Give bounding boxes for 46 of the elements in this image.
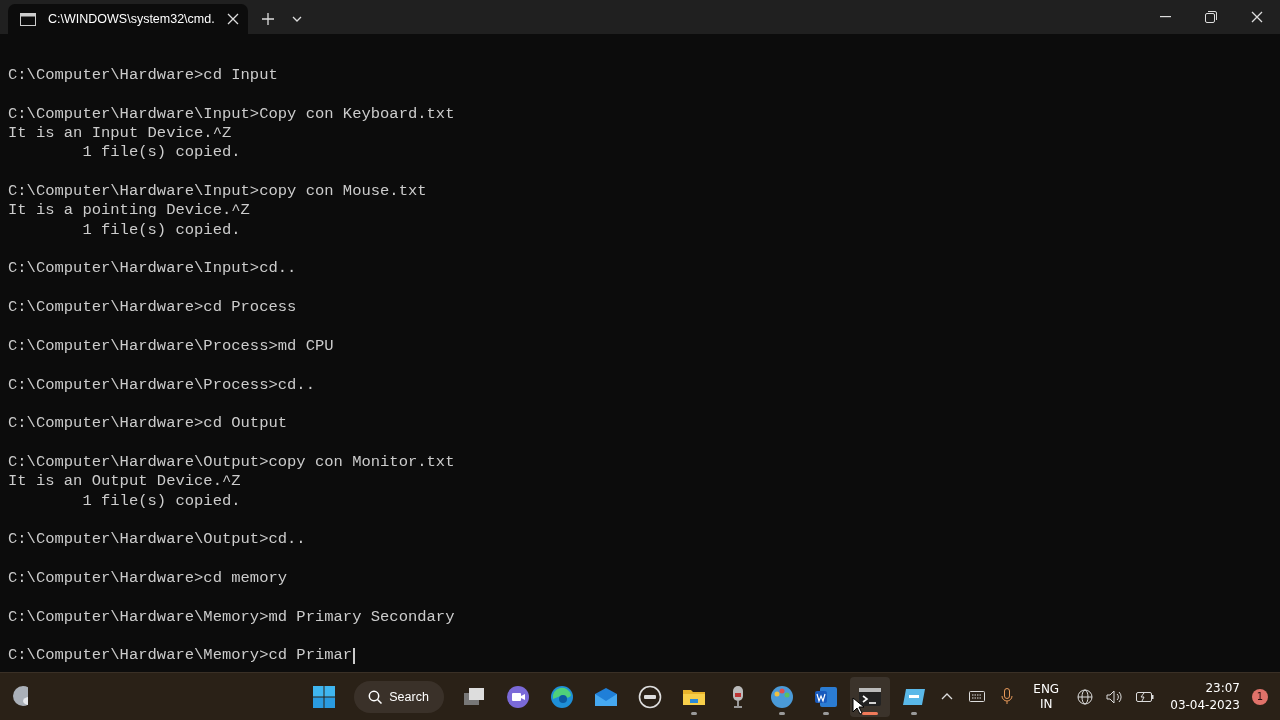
terminal-line: C:\Computer\Hardware\Input>cd.. bbox=[8, 259, 297, 279]
terminal-line: C:\Computer\Hardware\Output>cd.. bbox=[8, 530, 306, 550]
language-indicator[interactable]: ENG IN bbox=[1024, 681, 1069, 712]
terminal-line: 1 file(s) copied. bbox=[81, 143, 241, 163]
close-icon bbox=[1251, 11, 1263, 23]
new-tab-button[interactable] bbox=[262, 13, 274, 25]
task-view-icon bbox=[463, 686, 486, 707]
terminal-line: C:\Computer\Hardware>cd Output bbox=[8, 414, 288, 434]
clock[interactable]: 23:07 03-04-2023 bbox=[1170, 679, 1240, 714]
terminal-tab[interactable]: C:\WINDOWS\system32\cmd. bbox=[8, 4, 248, 34]
terminal-line: It is a pointing Device.^Z bbox=[8, 201, 250, 221]
taskbar-app-button[interactable] bbox=[850, 676, 891, 717]
palette-icon bbox=[770, 684, 795, 709]
video-chat-icon bbox=[506, 684, 531, 709]
terminal-line: C:\Computer\Hardware\Process>md CPU bbox=[8, 336, 334, 357]
terminal-line: C:\Computer\Hardware\Input>Copy con Keyboard.txt bbox=[8, 104, 455, 125]
mail-icon bbox=[594, 686, 619, 707]
search-icon bbox=[368, 689, 383, 704]
notification-badge[interactable]: 1 bbox=[1252, 688, 1268, 705]
minimize-icon bbox=[1159, 16, 1171, 18]
terminal-line: 1 file(s) copied. bbox=[81, 220, 241, 241]
restore-icon bbox=[1205, 11, 1217, 23]
browser-icon bbox=[550, 684, 575, 709]
terminal-line: C:\Computer\Hardware>cd memory bbox=[8, 568, 288, 589]
console-icon bbox=[20, 12, 36, 26]
terminal-line: C:\Computer\Hardware\Memory>cd Primar bbox=[8, 646, 353, 666]
weather-icon[interactable] bbox=[12, 684, 29, 709]
dropdown-button[interactable] bbox=[292, 16, 302, 22]
terminal-line: It is an Output Device.^Z bbox=[8, 472, 241, 492]
windows-logo-icon bbox=[313, 685, 336, 708]
terminal-icon bbox=[858, 686, 883, 707]
terminal-line: C:\Computer\Hardware\Memory>md Primary Secondary bbox=[8, 607, 455, 627]
mouse-pointer-icon bbox=[852, 697, 864, 715]
terminal-line: C:\Computer\Hardware\Output>copy con Monitor.txt bbox=[8, 452, 455, 473]
terminal-line: C:\Computer\Hardware\Input>copy con Mouse.txt bbox=[8, 182, 427, 202]
terminal-line: 1 file(s) copied. bbox=[81, 491, 241, 511]
document-app-icon bbox=[814, 685, 839, 708]
terminal-line: C:\Computer\Hardware>cd Process bbox=[8, 298, 297, 318]
terminal-line: C:\Computer\Hardware\Process>cd.. bbox=[8, 375, 315, 395]
screen-icon bbox=[902, 686, 927, 707]
logo-icon bbox=[638, 684, 663, 709]
terminal-line: It is an Input Device.^Z bbox=[8, 124, 232, 144]
close-tab-button[interactable] bbox=[226, 13, 239, 25]
terminal-line: C:\Computer\Hardware>cd Input bbox=[8, 66, 278, 86]
search-button[interactable]: Search bbox=[354, 680, 445, 713]
tab-title: C:\WINDOWS\system32\cmd. bbox=[48, 12, 215, 26]
